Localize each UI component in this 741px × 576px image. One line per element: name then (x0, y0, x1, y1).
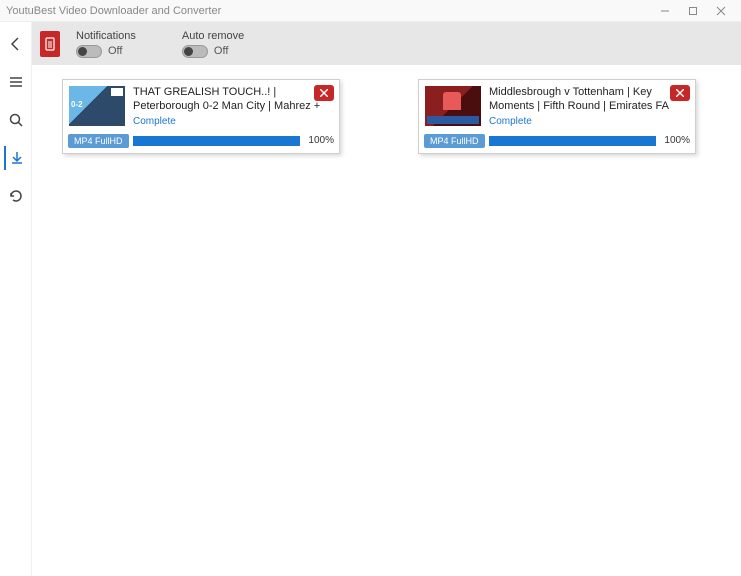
notifications-state: Off (108, 45, 122, 57)
titlebar: YoutuBest Video Downloader and Converter (0, 0, 741, 22)
download-card: THAT GREALISH TOUCH..! | Peterborough 0-… (62, 79, 340, 154)
video-thumbnail[interactable] (425, 86, 481, 126)
progress-percent: 100% (304, 135, 334, 146)
remove-download-button[interactable] (670, 85, 690, 101)
menu-icon[interactable] (4, 70, 28, 94)
notifications-toggle[interactable] (76, 45, 102, 58)
notifications-label: Notifications (76, 30, 136, 42)
progress-bar (133, 136, 300, 146)
toolbar-action-button[interactable] (40, 31, 60, 57)
download-status: Complete (133, 116, 333, 127)
format-tag: MP4 FullHD (68, 134, 129, 148)
notifications-toggle-group: Notifications Off (76, 30, 136, 58)
video-title: Middlesbrough v Tottenham | Key Moments … (489, 86, 689, 114)
auto-remove-state: Off (214, 45, 228, 57)
back-button[interactable] (4, 32, 28, 56)
sidebar (0, 22, 32, 576)
minimize-button[interactable] (651, 1, 679, 21)
downloads-content: THAT GREALISH TOUCH..! | Peterborough 0-… (32, 65, 741, 576)
video-title: THAT GREALISH TOUCH..! | Peterborough 0-… (133, 86, 333, 114)
app-title: YoutuBest Video Downloader and Converter (6, 5, 221, 17)
search-icon[interactable] (4, 108, 28, 132)
auto-remove-toggle[interactable] (182, 45, 208, 58)
remove-download-button[interactable] (314, 85, 334, 101)
progress-bar (489, 136, 656, 146)
maximize-button[interactable] (679, 1, 707, 21)
video-thumbnail[interactable] (69, 86, 125, 126)
downloads-icon[interactable] (4, 146, 28, 170)
auto-remove-toggle-group: Auto remove Off (182, 30, 244, 58)
close-window-button[interactable] (707, 1, 735, 21)
format-tag: MP4 FullHD (424, 134, 485, 148)
refresh-icon[interactable] (4, 184, 28, 208)
auto-remove-label: Auto remove (182, 30, 244, 42)
download-card: Middlesbrough v Tottenham | Key Moments … (418, 79, 696, 154)
toolbar: Notifications Off Auto remove Off (32, 22, 741, 65)
progress-percent: 100% (660, 135, 690, 146)
download-status: Complete (489, 116, 689, 127)
